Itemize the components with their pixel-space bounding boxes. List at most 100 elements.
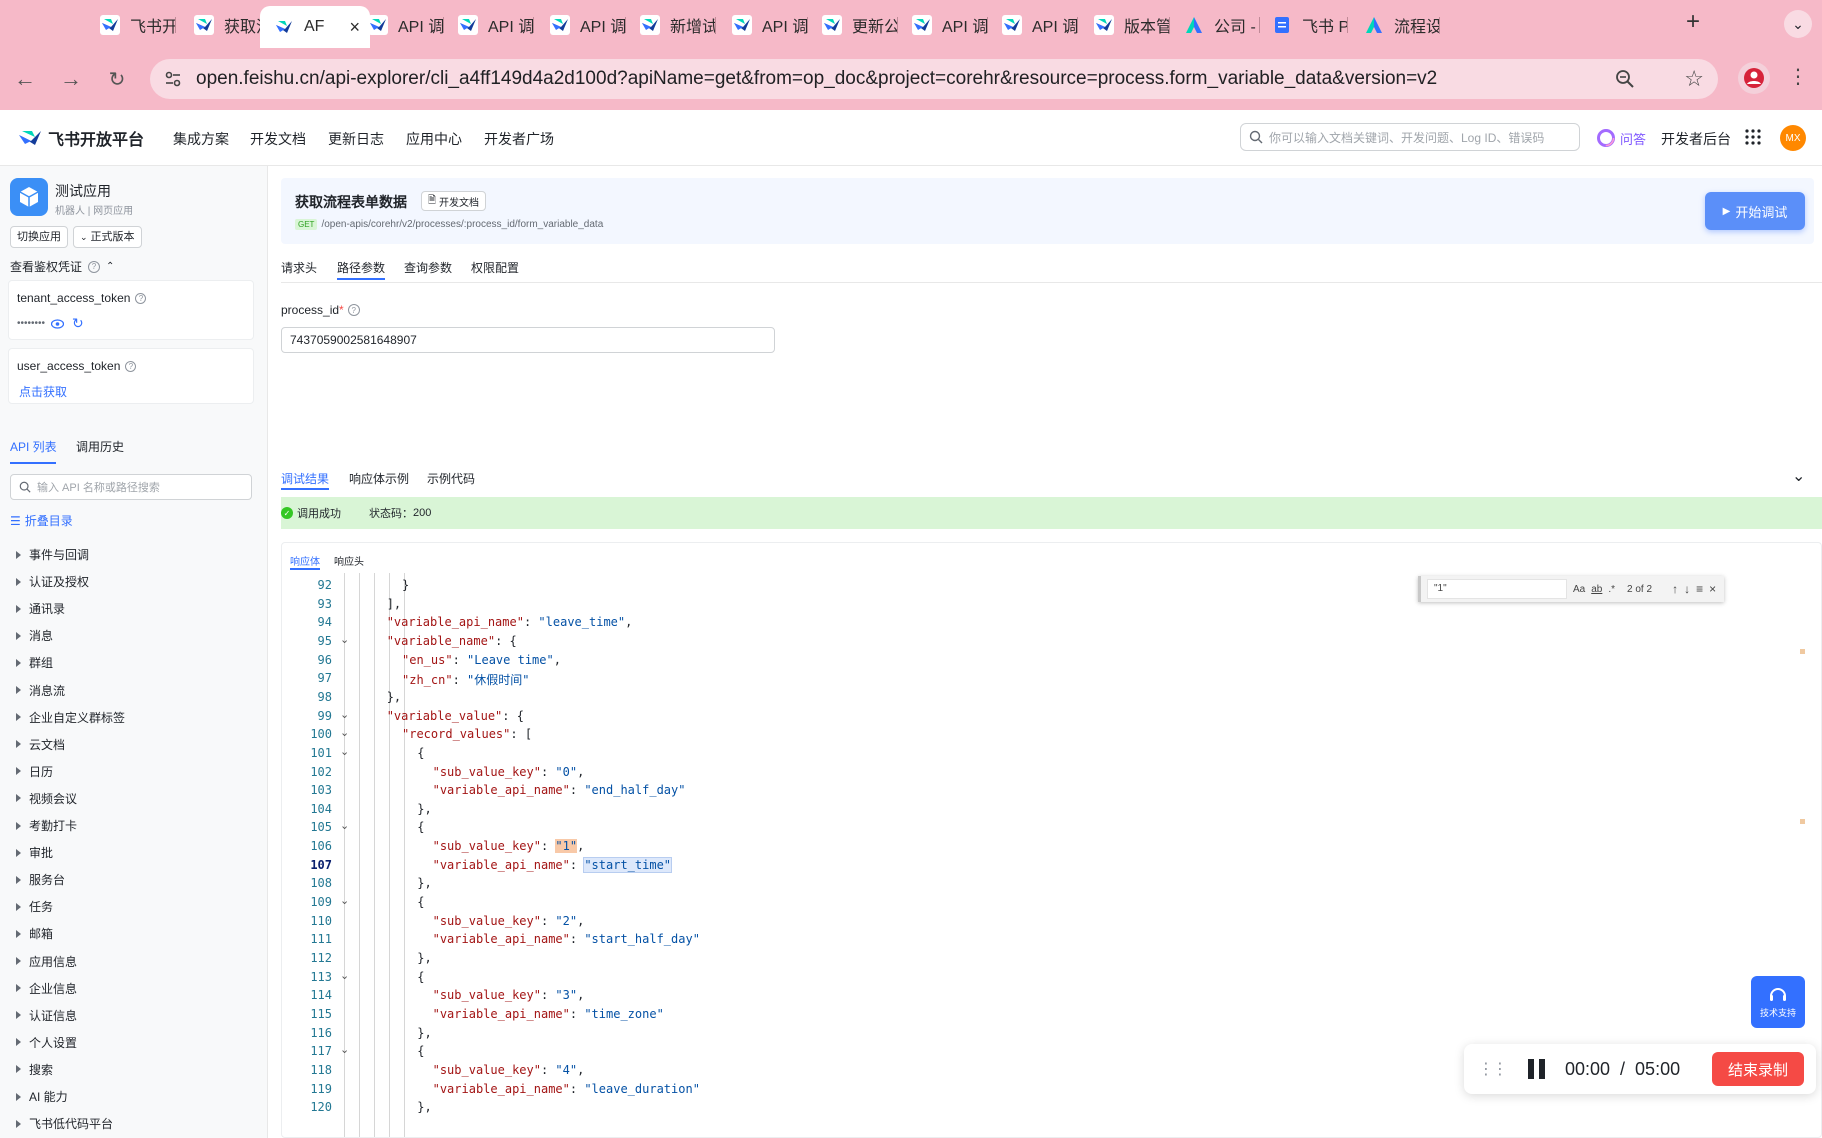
api-category-item[interactable]: 事件与回调	[16, 546, 89, 563]
fold-chevron-icon[interactable]: ⌄	[340, 1043, 349, 1056]
fold-chevron-icon[interactable]: ⌄	[340, 969, 349, 982]
stop-recording-button[interactable]: 结束录制	[1712, 1052, 1804, 1086]
dev-console-link[interactable]: 开发者后台	[1661, 129, 1731, 149]
collapse-tree-button[interactable]: ☰ 折叠目录	[10, 512, 73, 529]
browser-tab[interactable]: 获取流	[180, 8, 270, 42]
api-category-item[interactable]: 审批	[16, 844, 53, 861]
tab-request-headers[interactable]: 请求头	[281, 259, 317, 276]
api-category-item[interactable]: 群组	[16, 654, 53, 671]
api-category-item[interactable]: 视频会议	[16, 790, 77, 807]
arrow-up-icon[interactable]: ↑	[1672, 582, 1678, 596]
api-search-input[interactable]: 输入 API 名称或路径搜索	[10, 474, 252, 500]
zoom-icon[interactable]	[1614, 68, 1636, 90]
browser-tab[interactable]: 飞书 P	[1258, 8, 1348, 42]
browser-tab[interactable]: 新增试	[626, 8, 716, 42]
browser-tab[interactable]: API 调	[898, 8, 988, 42]
drag-handle-icon[interactable]: ⋮⋮	[1478, 1059, 1508, 1079]
browser-tab[interactable]: API 调	[988, 8, 1078, 42]
start-debug-button[interactable]: ▶ 开始调试	[1705, 192, 1805, 230]
auth-credentials-toggle[interactable]: 查看鉴权凭证 ? ⌃	[10, 258, 114, 275]
api-category-item[interactable]: 任务	[16, 898, 53, 915]
browser-tab[interactable]: API 调	[444, 8, 534, 42]
tab-query-params[interactable]: 查询参数	[404, 259, 452, 276]
api-category-item[interactable]: 搜索	[16, 1061, 53, 1078]
find-input[interactable]: "1"	[1427, 579, 1567, 599]
api-category-item[interactable]: 消息流	[16, 682, 65, 699]
find-in-selection-icon[interactable]: ≡	[1696, 582, 1703, 596]
eye-icon[interactable]	[51, 318, 65, 329]
refresh-icon[interactable]: ↻	[72, 315, 84, 332]
ask-button[interactable]: 问答	[1596, 128, 1646, 148]
profile-icon[interactable]	[1738, 62, 1770, 94]
api-category-item[interactable]: 消息	[16, 627, 53, 644]
address-bar[interactable]: open.feishu.cn/api-explorer/cli_a4ff149d…	[150, 59, 1718, 99]
fold-chevron-icon[interactable]: ⌄	[340, 745, 349, 758]
help-icon[interactable]: ?	[125, 360, 137, 372]
tab-permissions[interactable]: 权限配置	[471, 259, 519, 276]
tab-api-list[interactable]: API 列表	[10, 438, 57, 455]
help-icon[interactable]: ?	[135, 292, 147, 304]
doc-search-input[interactable]: 你可以输入文档关键词、开发问题、Log ID、错误码	[1240, 123, 1580, 151]
api-category-item[interactable]: 日历	[16, 763, 53, 780]
api-category-item[interactable]: 飞书低代码平台	[16, 1115, 113, 1132]
api-category-item[interactable]: AI 能力	[16, 1088, 68, 1105]
browser-tab[interactable]: 飞书开	[86, 8, 176, 42]
api-category-item[interactable]: 云文档	[16, 736, 65, 753]
browser-tab[interactable]: API 调	[536, 8, 626, 42]
api-category-item[interactable]: 认证信息	[16, 1007, 77, 1024]
nav-app-center[interactable]: 应用中心	[406, 129, 462, 149]
api-category-item[interactable]: 考勤打卡	[16, 817, 77, 834]
version-select[interactable]: ⌄ 正式版本	[73, 226, 142, 248]
process-id-input[interactable]	[281, 327, 775, 353]
new-tab-button[interactable]: +	[1686, 8, 1700, 36]
browser-tab[interactable]: 公司 -	[1170, 8, 1260, 42]
site-settings-icon[interactable]	[164, 70, 182, 88]
nav-docs[interactable]: 开发文档	[250, 129, 306, 149]
fold-chevron-icon[interactable]: ⌄	[340, 894, 349, 907]
help-icon[interactable]: ?	[88, 260, 101, 273]
api-category-item[interactable]: 服务台	[16, 871, 65, 888]
collapse-result-icon[interactable]: ⌄	[1792, 466, 1805, 486]
tab-path-params[interactable]: 路径参数	[337, 259, 385, 276]
tab-response-body[interactable]: 响应体	[290, 553, 320, 568]
forward-icon[interactable]: →	[52, 60, 90, 98]
regex-icon[interactable]: .*	[1608, 584, 1615, 595]
get-user-token-link[interactable]: 点击获取	[19, 383, 67, 400]
api-category-item[interactable]: 应用信息	[16, 953, 77, 970]
browser-tab[interactable]: 流程设	[1350, 8, 1440, 42]
api-category-item[interactable]: 企业自定义群标签	[16, 709, 125, 726]
nav-changelog[interactable]: 更新日志	[328, 129, 384, 149]
feishu-logo[interactable]: 飞书开放平台	[18, 126, 144, 150]
tech-support-button[interactable]: 技术支持	[1751, 976, 1805, 1028]
browser-tab[interactable]: API 调	[354, 8, 444, 42]
api-category-item[interactable]: 认证及授权	[16, 573, 89, 590]
api-category-item[interactable]: 企业信息	[16, 980, 77, 997]
browser-tab[interactable]: 更新公	[808, 8, 898, 42]
fold-chevron-icon[interactable]: ⌄	[340, 708, 349, 721]
browser-tab[interactable]: API 调	[718, 8, 808, 42]
fold-chevron-icon[interactable]: ⌄	[340, 633, 349, 646]
fold-chevron-icon[interactable]: ⌄	[340, 819, 349, 832]
tab-response-headers[interactable]: 响应头	[334, 553, 364, 568]
whole-word-icon[interactable]: ab	[1591, 584, 1602, 595]
tab-debug-result[interactable]: 调试结果	[281, 470, 329, 487]
tab-sample-code[interactable]: 示例代码	[427, 470, 475, 487]
apps-grid-icon[interactable]	[1745, 129, 1761, 145]
close-icon[interactable]: ×	[1709, 582, 1716, 596]
tab-response-example[interactable]: 响应体示例	[349, 470, 409, 487]
back-icon[interactable]: ←	[6, 60, 44, 98]
switch-app-button[interactable]: 切换应用	[10, 226, 68, 248]
url-text[interactable]: open.feishu.cn/api-explorer/cli_a4ff149d…	[196, 68, 1437, 90]
browser-tab[interactable]: 版本管	[1080, 8, 1170, 42]
nav-dev-square[interactable]: 开发者广场	[484, 129, 554, 149]
pause-icon[interactable]	[1528, 1059, 1545, 1079]
nav-solutions[interactable]: 集成方案	[173, 129, 229, 149]
find-resize-handle[interactable]	[1418, 576, 1421, 602]
tab-call-history[interactable]: 调用历史	[76, 438, 124, 455]
fold-chevron-icon[interactable]: ⌄	[340, 726, 349, 739]
dev-doc-link[interactable]: 🗎 开发文档	[421, 191, 487, 211]
tab-search-dropdown-icon[interactable]: ⌄	[1784, 10, 1812, 38]
api-category-item[interactable]: 通讯录	[16, 600, 65, 617]
arrow-down-icon[interactable]: ↓	[1684, 582, 1690, 596]
bookmark-star-icon[interactable]: ☆	[1684, 66, 1704, 92]
